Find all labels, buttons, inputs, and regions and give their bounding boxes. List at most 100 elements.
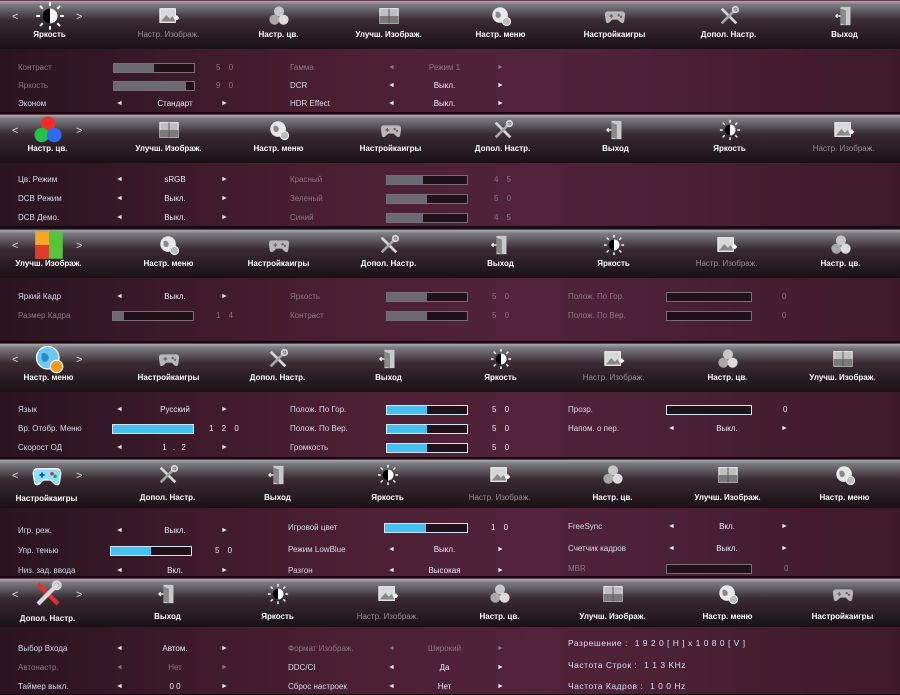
left-arrow-icon[interactable]: ◄ bbox=[668, 542, 675, 556]
menu-item-brightness[interactable]: Яркость bbox=[0, 1, 106, 49]
setting-row-ddc-ci[interactable]: DDC/CI ◄ Да ► bbox=[288, 661, 518, 675]
setting-row-shadow-control[interactable]: Упр. тенью 5 0 bbox=[18, 544, 248, 558]
right-arrow-icon[interactable]: ► bbox=[221, 441, 228, 455]
setting-row-mbr[interactable]: MBR 0 bbox=[568, 562, 798, 576]
menu-item-image-settings[interactable]: Настр. Изображ. bbox=[670, 230, 783, 278]
menu-item-color-settings[interactable]: Настр. цв. bbox=[556, 460, 669, 508]
setting-row-h-position[interactable]: Полож. По Гор. 0 bbox=[568, 290, 798, 304]
setting-row-freesync[interactable]: FreeSync ◄ Вкл. ► bbox=[568, 520, 798, 534]
menu-item-exit[interactable]: Выход bbox=[444, 230, 557, 278]
left-arrow-icon[interactable]: ◄ bbox=[668, 422, 675, 436]
menu-item-brightness[interactable]: Яркость bbox=[557, 230, 670, 278]
left-arrow-icon[interactable]: ◄ bbox=[388, 61, 395, 75]
menu-item-extra-settings[interactable]: Допол. Настр. bbox=[111, 460, 224, 508]
menu-item-image-settings[interactable]: Настр. Изображ. bbox=[787, 115, 900, 163]
right-arrow-icon[interactable]: ► bbox=[497, 661, 504, 675]
menu-item-extra-settings[interactable]: Допол. Настр. bbox=[672, 1, 785, 49]
menu-item-image-enhance[interactable]: Улучш. Изображ. bbox=[786, 344, 899, 392]
left-arrow-icon[interactable]: ◄ bbox=[116, 403, 123, 417]
menu-item-game-settings[interactable]: Настройкаигры bbox=[786, 579, 899, 627]
menu-item-image-enhance[interactable]: Улучш. Изображ. bbox=[0, 230, 105, 278]
right-arrow-icon[interactable]: ► bbox=[497, 564, 504, 576]
menu-item-menu-settings[interactable]: Настр. меню bbox=[671, 579, 784, 627]
value-slider[interactable] bbox=[386, 213, 468, 223]
menu-item-color-settings[interactable]: Настр. цв. bbox=[671, 344, 784, 392]
setting-row-volume[interactable]: Громкость 5 0 bbox=[290, 441, 520, 455]
value-slider[interactable] bbox=[112, 311, 194, 321]
setting-row-gamma[interactable]: Гамма ◄ Режим 1 ► bbox=[290, 61, 510, 75]
menu-item-menu-settings[interactable]: Настр. меню bbox=[222, 115, 335, 163]
setting-row-auto-adjust[interactable]: Автонастр. ◄ Нет ► bbox=[18, 661, 238, 675]
right-arrow-icon[interactable]: ► bbox=[497, 61, 504, 75]
menu-item-brightness[interactable]: Яркость bbox=[221, 579, 334, 627]
setting-row-osd-v-position[interactable]: Полож. По Вер. 5 0 bbox=[290, 422, 520, 436]
setting-row-frame-counter[interactable]: Счетчик кадров ◄ Выкл. ► bbox=[568, 542, 798, 556]
value-slider[interactable] bbox=[386, 194, 468, 204]
menu-item-game-settings[interactable]: Настройкаигры bbox=[0, 460, 103, 508]
setting-row-green[interactable]: Зеленый 5 0 bbox=[290, 192, 520, 206]
setting-row-hdr-effect[interactable]: HDR Effect ◄ Выкл. ► bbox=[290, 97, 510, 111]
menu-item-menu-settings[interactable]: Настр. меню bbox=[112, 230, 225, 278]
menu-item-menu-settings[interactable]: Настр. меню bbox=[0, 344, 105, 392]
setting-row-frame-brightness[interactable]: Яркость 5 0 bbox=[290, 290, 520, 304]
setting-row-dcb-mode[interactable]: DCB Режим ◄ Выкл. ► bbox=[18, 192, 238, 206]
value-slider[interactable] bbox=[666, 405, 752, 415]
value-slider[interactable] bbox=[113, 63, 195, 73]
setting-row-transparency[interactable]: Прозр. 0 bbox=[568, 403, 798, 417]
setting-row-frame-size[interactable]: Размер Кадра 1 4 bbox=[18, 309, 248, 323]
left-arrow-icon[interactable]: ◄ bbox=[388, 661, 395, 675]
setting-row-break-reminder[interactable]: Напом. о пер. ◄ Выкл. ► bbox=[568, 422, 798, 436]
right-arrow-icon[interactable]: ► bbox=[221, 97, 228, 111]
menu-item-image-enhance[interactable]: Улучш. Изображ. bbox=[112, 115, 225, 163]
right-arrow-icon[interactable]: ► bbox=[221, 564, 228, 576]
right-arrow-icon[interactable]: ► bbox=[497, 680, 504, 694]
right-arrow-icon[interactable]: ► bbox=[221, 680, 228, 694]
menu-item-image-settings[interactable]: Настр. Изображ. bbox=[112, 1, 225, 49]
menu-item-menu-settings[interactable]: Настр. меню bbox=[444, 1, 557, 49]
setting-row-v-position[interactable]: Полож. По Вер. 0 bbox=[568, 309, 798, 323]
setting-row-bright-frame[interactable]: Яркий Кадр ◄ Выкл. ► bbox=[18, 290, 238, 304]
setting-row-osd-h-position[interactable]: Полож. По Гор. 5 0 bbox=[290, 403, 520, 417]
value-slider[interactable] bbox=[386, 405, 468, 415]
right-arrow-icon[interactable]: ► bbox=[221, 290, 228, 304]
right-arrow-icon[interactable]: ► bbox=[497, 97, 504, 111]
setting-row-blue[interactable]: Синий 4 5 bbox=[290, 211, 520, 225]
right-arrow-icon[interactable]: ► bbox=[781, 422, 788, 436]
left-arrow-icon[interactable]: ◄ bbox=[116, 173, 123, 187]
setting-row-language[interactable]: Язык ◄ Русский ► bbox=[18, 403, 238, 417]
setting-row-game-mode[interactable]: Игр. реж. ◄ Выкл. ► bbox=[18, 524, 238, 538]
setting-row-contrast[interactable]: Контраст 5 0 bbox=[18, 61, 238, 75]
setting-row-game-color[interactable]: Игровой цвет 1 0 bbox=[288, 521, 518, 535]
menu-item-exit[interactable]: Выход bbox=[788, 1, 900, 49]
left-arrow-icon[interactable]: ◄ bbox=[388, 564, 395, 576]
right-arrow-icon[interactable]: ► bbox=[781, 520, 788, 534]
right-arrow-icon[interactable]: ► bbox=[497, 79, 504, 93]
menu-item-image-settings[interactable]: Настр. Изображ. bbox=[331, 579, 444, 627]
left-arrow-icon[interactable]: ◄ bbox=[116, 524, 123, 538]
setting-row-overclock[interactable]: Разгон ◄ Высокая ► bbox=[288, 564, 518, 576]
left-arrow-icon[interactable]: ◄ bbox=[116, 642, 123, 656]
menu-item-image-settings[interactable]: Настр. Изображ. bbox=[443, 460, 556, 508]
menu-item-game-settings[interactable]: Настройкаигры bbox=[112, 344, 225, 392]
left-arrow-icon[interactable]: ◄ bbox=[388, 680, 395, 694]
value-slider[interactable] bbox=[110, 546, 192, 556]
menu-item-color-settings[interactable]: Настр. цв. bbox=[222, 1, 335, 49]
menu-item-color-settings[interactable]: Настр. цв. bbox=[784, 230, 897, 278]
setting-row-input-select[interactable]: Выбор Входа ◄ Автом. ► bbox=[18, 642, 238, 656]
menu-item-exit[interactable]: Выход bbox=[111, 579, 224, 627]
setting-row-off-timer[interactable]: Таймер выкл. ◄ 0 0 ► bbox=[18, 680, 238, 694]
right-arrow-icon[interactable]: ► bbox=[221, 211, 228, 225]
right-arrow-icon[interactable]: ► bbox=[221, 661, 228, 675]
setting-row-color-mode[interactable]: Цв. Режим ◄ sRGB ► bbox=[18, 173, 238, 187]
value-slider[interactable] bbox=[386, 311, 468, 321]
setting-row-red[interactable]: Красный 4 5 bbox=[290, 173, 520, 187]
left-arrow-icon[interactable]: ◄ bbox=[116, 97, 123, 111]
menu-item-extra-settings[interactable]: Допол. Настр. bbox=[0, 579, 104, 627]
menu-item-exit[interactable]: Выход bbox=[559, 115, 672, 163]
menu-item-extra-settings[interactable]: Допол. Настр. bbox=[332, 230, 445, 278]
value-slider[interactable] bbox=[386, 443, 468, 453]
value-slider[interactable] bbox=[666, 292, 752, 302]
left-arrow-icon[interactable]: ◄ bbox=[668, 520, 675, 534]
right-arrow-icon[interactable]: ► bbox=[221, 524, 228, 538]
left-arrow-icon[interactable]: ◄ bbox=[116, 564, 123, 576]
